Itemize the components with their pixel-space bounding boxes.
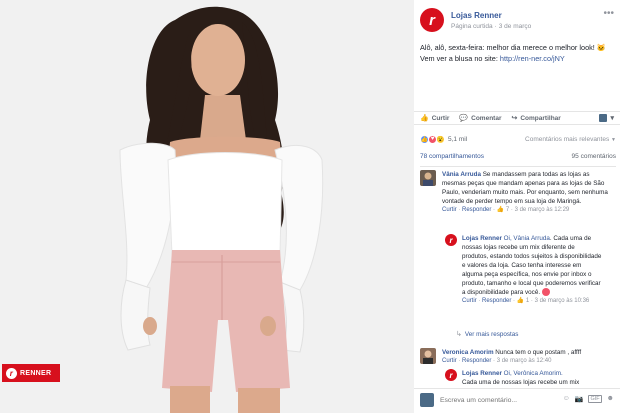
comment-time[interactable]: 3 de março às 12:40 xyxy=(497,358,552,364)
like-count-icon: 👍 xyxy=(496,207,505,213)
reactions-row: 👍 ♥ 😮 5,1 mil Comentários mais relevante… xyxy=(420,133,616,145)
post-timestamp[interactable]: 3 de março xyxy=(499,23,532,30)
comment-button[interactable]: 💬 Comentar xyxy=(459,114,502,123)
reaction-count[interactable]: 5,1 mil xyxy=(448,136,467,143)
renner-watermark-label: RENNER xyxy=(20,369,52,377)
cat-emoji-icon: 🐱 xyxy=(596,43,606,52)
reply-body: Lojas Renner Oi, Verônica Amorim. Cada u… xyxy=(462,369,602,387)
more-options-icon[interactable]: ••• xyxy=(603,8,614,19)
caption-link[interactable]: http://ren-ner.co/jNY xyxy=(500,54,565,63)
commenter-avatar[interactable] xyxy=(420,348,436,364)
like-button[interactable]: 👍 Curtir xyxy=(420,114,450,123)
reply-like-link[interactable]: Curtir xyxy=(462,298,477,304)
reply-mention[interactable]: Oi, Vânia Arruda xyxy=(504,235,550,242)
avatar-image xyxy=(420,170,436,186)
post-actions-bar: 👍 Curtir 💬 Comentar ↪ Compartilhar ▾ xyxy=(414,111,620,125)
renner-logo-icon: r xyxy=(6,367,17,379)
reply-reply-link[interactable]: Responder xyxy=(482,298,511,304)
page-reply-avatar[interactable]: r xyxy=(445,234,457,246)
caption-text-1: Alô, alô, sexta-feira: melhor dia merece… xyxy=(420,43,597,52)
gif-icon[interactable]: GIF xyxy=(588,395,602,403)
page-reply-avatar[interactable]: r xyxy=(445,369,457,381)
reply-arrow-icon: ↳ xyxy=(456,331,462,338)
share-icon: ↪ xyxy=(511,115,518,122)
comment-meta: Curtir · Responder · 👍 7 · 3 de março às… xyxy=(442,207,570,213)
sticker-icon[interactable]: ☻ xyxy=(607,395,614,403)
reply-meta: Curtir · Responder · 👍 1 · 3 de março às… xyxy=(462,298,590,304)
post-photo[interactable]: r RENNER xyxy=(0,0,414,413)
current-user-avatar xyxy=(420,393,434,407)
reply-mention[interactable]: Oi, Verônica Amorim. xyxy=(504,370,563,377)
share-button[interactable]: ↪ Compartilhar xyxy=(511,114,561,123)
page-avatar[interactable]: r xyxy=(420,8,444,32)
post-caption: Alô, alô, sexta-feira: melhor dia merece… xyxy=(420,42,612,64)
thumbs-up-icon: 👍 xyxy=(420,115,429,122)
comment-body: Vânia Arruda Se mandassem para todas as … xyxy=(442,170,610,215)
comment-reply-link[interactable]: Responder xyxy=(462,358,491,364)
chevron-down-icon: ▾ xyxy=(610,115,614,122)
share-as-page-selector[interactable]: ▾ xyxy=(599,114,614,122)
camera-icon[interactable]: 📷 xyxy=(575,395,584,403)
reply-author-name[interactable]: Lojas Renner xyxy=(462,235,502,242)
page-name-link[interactable]: Lojas Renner xyxy=(451,11,502,20)
reply-text: . Cada uma de nossas lojas recebe um mix… xyxy=(462,235,602,296)
comment-sort-label: Comentários mais relevantes xyxy=(525,135,610,143)
caret-down-icon: ▼ xyxy=(611,136,616,143)
page-mini-avatar xyxy=(599,114,608,122)
comment-reply-link[interactable]: Responder xyxy=(462,207,491,213)
post-header: r Lojas Renner Página curtida · 3 de março… xyxy=(420,8,616,38)
page-status: Página curtida xyxy=(451,23,493,30)
comment-sort-dropdown[interactable]: Comentários mais relevantes ▼ xyxy=(525,136,616,143)
comment-time[interactable]: 3 de março às 12:29 xyxy=(515,207,570,213)
share-count[interactable]: 78 compartilhamentos xyxy=(420,153,484,160)
comment-like-count[interactable]: 7 xyxy=(506,207,509,213)
comment-like-link[interactable]: Curtir xyxy=(442,358,457,364)
comment-composer: ☺ 📷 GIF ☻ xyxy=(414,388,620,413)
like-count-icon: 👍 xyxy=(516,298,525,304)
composer-tools: ☺ 📷 GIF ☻ xyxy=(563,395,614,403)
commenter-name[interactable]: Vânia Arruda xyxy=(442,171,481,178)
comment-icon: 💬 xyxy=(459,115,469,122)
post-sidebar: r Lojas Renner Página curtida · 3 de março… xyxy=(414,0,620,413)
share-label: Compartilhar xyxy=(520,114,561,122)
avatar-image xyxy=(420,348,436,364)
commenter-name[interactable]: Veronica Amorim xyxy=(442,349,494,356)
comment-text: Nunca tem o que postam , affff xyxy=(493,349,582,356)
renner-watermark: r RENNER xyxy=(2,364,60,382)
reply-body: Lojas Renner Oi, Vânia Arruda. Cada uma … xyxy=(462,234,602,306)
comment-count[interactable]: 95 comentários xyxy=(572,153,616,160)
comment-body: Veronica Amorim Nunca tem o que postam ,… xyxy=(442,348,610,366)
view-more-replies-label: Ver mais respostas xyxy=(464,330,519,338)
emoji-icon[interactable]: ☺ xyxy=(563,395,570,403)
caption-text-2: Vem ver a blusa no site: xyxy=(420,54,500,63)
reply-time[interactable]: 3 de março às 10:36 xyxy=(535,298,590,304)
reply-author-name[interactable]: Lojas Renner xyxy=(462,370,502,377)
like-label: Curtir xyxy=(431,114,450,122)
reply-text: Cada uma de nossas lojas recebe um mix xyxy=(462,379,580,386)
comment-like-link[interactable]: Curtir xyxy=(442,207,457,213)
wow-reaction-icon[interactable]: 😮 xyxy=(436,134,445,144)
commenter-avatar[interactable] xyxy=(420,170,436,186)
heart-icon xyxy=(541,288,550,297)
comment-meta: Curtir · Responder · 3 de março às 12:40 xyxy=(442,358,552,364)
comment-label: Comentar xyxy=(471,114,502,122)
post-meta: Página curtida · 3 de março xyxy=(451,23,532,30)
comment-input[interactable] xyxy=(440,393,536,407)
counts-row: 78 compartilhamentos 95 comentários xyxy=(420,153,616,167)
view-more-replies-link[interactable]: ↳ Ver mais respostas xyxy=(456,330,519,339)
model-photo-illustration xyxy=(0,0,414,413)
reply-like-count[interactable]: 1 xyxy=(526,298,529,304)
